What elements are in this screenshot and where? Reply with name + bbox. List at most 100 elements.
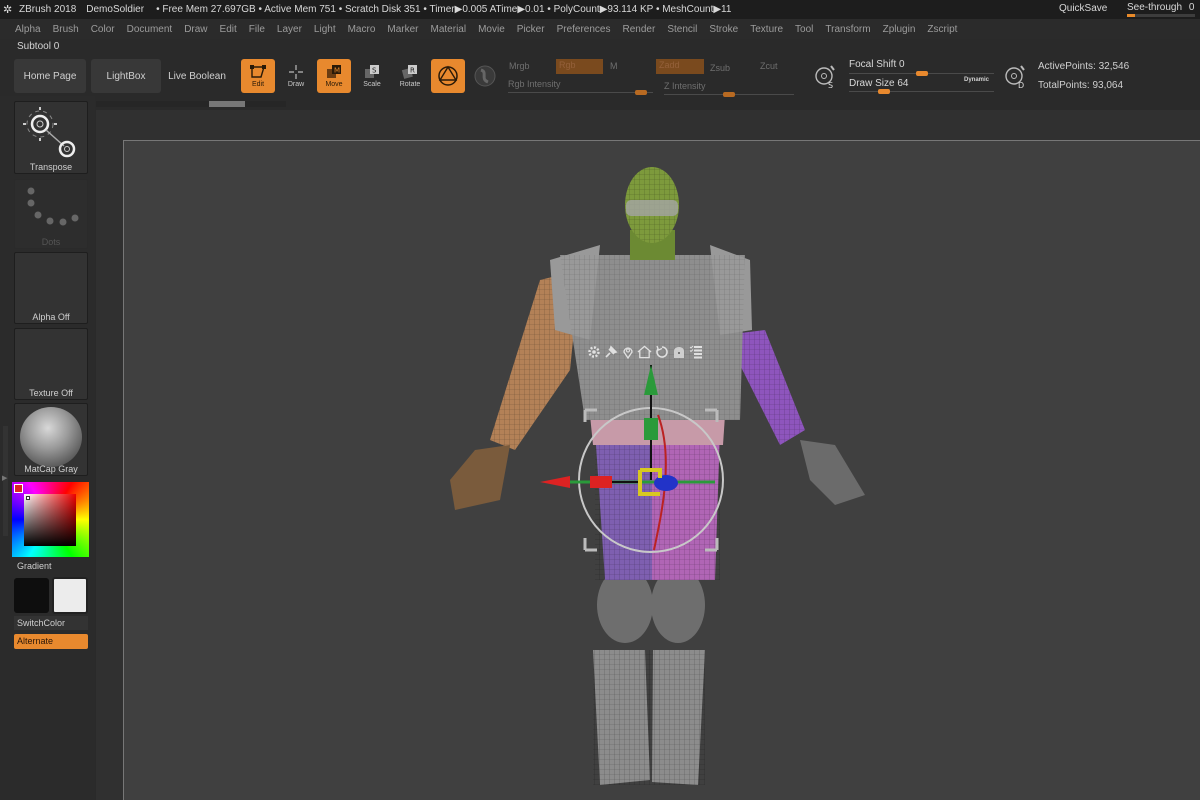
menu-stroke[interactable]: Stroke — [709, 24, 738, 35]
alternate-button[interactable]: Alternate — [14, 634, 88, 649]
switch-color-button[interactable]: SwitchColor — [14, 616, 88, 630]
color-saturation-square[interactable] — [24, 494, 76, 546]
gear-icon[interactable] — [586, 344, 601, 360]
menu-layer[interactable]: Layer — [277, 24, 302, 35]
draw-size-label: Draw Size — [849, 78, 895, 89]
m-button[interactable]: M — [610, 61, 618, 71]
menu-transform[interactable]: Transform — [825, 24, 870, 35]
lazy-mouse-d-icon: D — [1005, 65, 1025, 90]
undo-icon[interactable] — [654, 344, 669, 360]
gizmo-x-axis-handle[interactable] — [590, 476, 612, 488]
gizmo-x-axis-arrow[interactable] — [540, 476, 570, 488]
focal-shift-thumb[interactable] — [915, 71, 928, 76]
lock-icon[interactable] — [671, 344, 686, 360]
menu-document[interactable]: Document — [127, 24, 173, 35]
zcut-button[interactable]: Zcut — [760, 61, 778, 71]
menu-render[interactable]: Render — [623, 24, 656, 35]
menu-draw[interactable]: Draw — [184, 24, 207, 35]
rotate-button[interactable]: R Rotate — [393, 59, 427, 93]
gradient-toggle[interactable]: Gradient — [17, 561, 52, 571]
list-icon[interactable] — [688, 344, 703, 360]
rgb-button[interactable]: Rgb — [556, 59, 603, 74]
svg-text:S: S — [828, 81, 833, 90]
live-boolean-button[interactable]: Live Boolean — [164, 59, 230, 93]
menu-movie[interactable]: Movie — [478, 24, 505, 35]
total-points: TotalPoints: 93,064 — [1038, 80, 1124, 91]
zadd-label: Zadd — [659, 60, 680, 70]
menu-edit[interactable]: Edit — [220, 24, 237, 35]
rgb-intensity-thumb[interactable] — [635, 90, 648, 95]
location-icon[interactable] — [620, 344, 635, 360]
menu-material[interactable]: Material — [431, 24, 467, 35]
menu-macro[interactable]: Macro — [348, 24, 376, 35]
draw-button[interactable]: Draw — [279, 59, 313, 93]
rgb-intensity-label: Rgb Intensity — [508, 79, 561, 89]
svg-text:S: S — [372, 67, 377, 75]
see-through-track[interactable] — [1127, 14, 1195, 17]
mrgb-button[interactable]: Mrgb — [509, 61, 530, 71]
menu-preferences[interactable]: Preferences — [557, 24, 611, 35]
matcap-label: MatCap Gray — [24, 464, 78, 474]
focal-shift-slider[interactable]: Focal Shift 0 — [849, 59, 905, 70]
move-icon: M — [327, 65, 341, 78]
texture-button[interactable]: Texture Off — [14, 328, 88, 400]
gizmo-y-axis-handle[interactable] — [644, 418, 658, 440]
gizmo-z-axis-handle[interactable] — [654, 475, 678, 491]
memory-stats: • Free Mem 27.697GB • Active Mem 751 • S… — [156, 4, 732, 15]
menu-marker[interactable]: Marker — [387, 24, 418, 35]
dots-label: Dots — [41, 237, 61, 247]
goggles — [626, 200, 678, 216]
scale-button[interactable]: S Scale — [355, 59, 389, 93]
gizmo-3d-button[interactable] — [431, 59, 465, 93]
dynamic-toggle[interactable]: Dynamic — [964, 77, 989, 83]
color-picker[interactable] — [12, 482, 89, 557]
soldier-model[interactable] — [430, 160, 880, 800]
menu-picker[interactable]: Picker — [517, 24, 545, 35]
home-page-button[interactable]: Home Page — [14, 59, 86, 93]
tray-expand-icon[interactable]: ▶ — [2, 474, 7, 482]
draw-size-slider[interactable]: Draw Size 64 — [849, 78, 908, 89]
menu-zplugin[interactable]: Zplugin — [883, 24, 916, 35]
menu-stencil[interactable]: Stencil — [667, 24, 697, 35]
left-tray: Transpose Dots Alpha Off Texture Off Mat… — [0, 96, 95, 800]
lightbox-button[interactable]: LightBox — [91, 59, 161, 93]
menu-light[interactable]: Light — [314, 24, 336, 35]
see-through-label: See-through — [1127, 2, 1183, 13]
menu-brush[interactable]: Brush — [53, 24, 79, 35]
shelf-scrollbar[interactable] — [96, 101, 286, 107]
move-button[interactable]: M Move — [317, 59, 351, 93]
focal-shift-label: Focal Shift — [849, 59, 897, 70]
color-selection-dot[interactable] — [26, 496, 30, 500]
boots-mesh — [593, 650, 705, 785]
texture-label: Texture Off — [29, 388, 73, 398]
quicksave-button[interactable]: QuickSave — [1059, 3, 1107, 14]
transpose-brush-button[interactable]: Transpose — [14, 101, 88, 174]
edit-button[interactable]: Edit — [241, 59, 275, 93]
see-through-slider[interactable]: See-through 0 — [1127, 2, 1195, 17]
hue-marker[interactable] — [14, 484, 23, 493]
zadd-button[interactable]: Zadd — [656, 59, 704, 74]
z-intensity-thumb[interactable] — [723, 92, 735, 97]
home-icon[interactable] — [637, 344, 652, 360]
pin-icon[interactable] — [603, 344, 618, 360]
alpha-button[interactable]: Alpha Off — [14, 252, 88, 324]
zsub-button[interactable]: Zsub — [710, 63, 730, 73]
stroke-dots-button[interactable]: Dots — [14, 179, 88, 249]
menu-zscript[interactable]: Zscript — [927, 24, 957, 35]
menu-alpha[interactable]: Alpha — [15, 24, 41, 35]
draw-size-track[interactable] — [849, 91, 994, 92]
scale-icon: S — [365, 65, 379, 78]
draw-size-thumb[interactable] — [877, 89, 890, 94]
see-through-value: 0 — [1188, 2, 1195, 13]
main-color-swatch[interactable] — [14, 578, 49, 613]
active-points: ActivePoints: 32,546 — [1038, 61, 1130, 72]
menu-tool[interactable]: Tool — [795, 24, 813, 35]
shelf-scroll-thumb[interactable] — [209, 101, 245, 107]
material-button[interactable]: MatCap Gray — [14, 403, 88, 476]
menu-texture[interactable]: Texture — [750, 24, 783, 35]
lazy-mouse-s-icon: S — [815, 65, 835, 90]
menu-file[interactable]: File — [249, 24, 265, 35]
rgb-intensity-slider[interactable] — [508, 92, 653, 93]
secondary-color-swatch[interactable] — [52, 577, 88, 614]
menu-color[interactable]: Color — [91, 24, 115, 35]
